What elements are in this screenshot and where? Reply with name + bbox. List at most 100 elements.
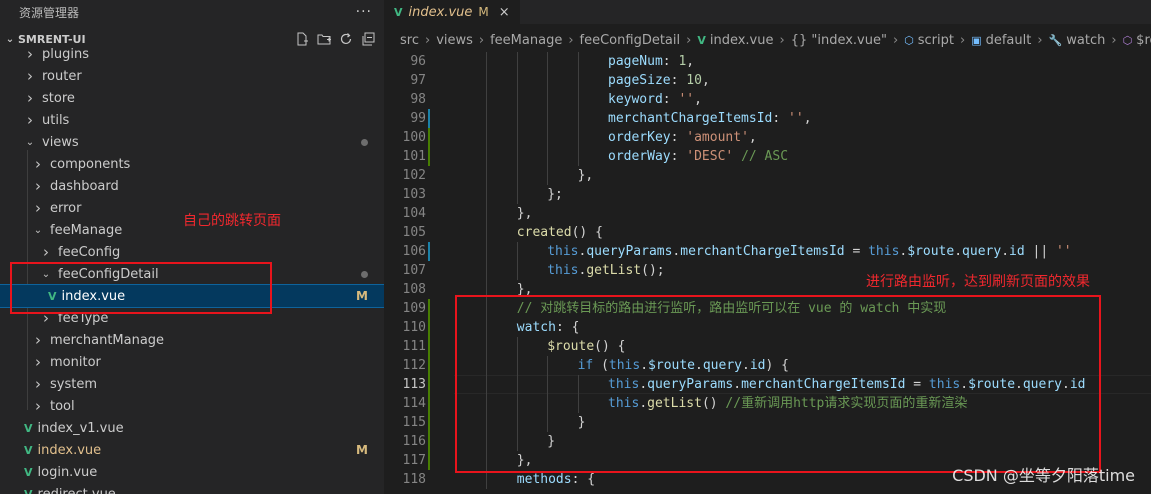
indent-guide: [547, 109, 549, 128]
code-text: };: [547, 185, 563, 204]
breadcrumb-item[interactable]: watch: [1066, 33, 1105, 48]
code-token: '': [678, 92, 695, 107]
explorer-header: 资源管理器 ···: [0, 0, 384, 24]
code-text: this.getList();: [547, 261, 664, 280]
vue-file-icon: V: [24, 487, 33, 494]
code-token: :: [662, 92, 679, 107]
line-number: 115: [402, 415, 426, 430]
chevron-right-icon: ›: [35, 353, 41, 371]
code-text: },: [517, 204, 533, 223]
tree-item-label: error: [50, 200, 82, 216]
code-token: '': [1055, 244, 1072, 259]
tree-folder[interactable]: › plugins: [0, 43, 384, 65]
tree-folder[interactable]: › router: [0, 65, 384, 87]
code-text: this. queryParams. merchantChargeItemsId =…: [547, 242, 1071, 261]
breadcrumb-item[interactable]: feeConfigDetail: [580, 33, 681, 48]
indent-guide: [486, 204, 488, 223]
breadcrumb-item[interactable]: index.vue: [710, 33, 774, 48]
line-number: 100: [402, 130, 426, 145]
sidebar-highlight-box: [10, 262, 272, 314]
indent-guide: [486, 242, 488, 261]
code-token: this: [547, 263, 579, 278]
vue-file-icon: V: [24, 421, 33, 435]
code-token: this: [868, 244, 900, 259]
tree-item-label: system: [50, 376, 97, 392]
code-text: keyword: '',: [608, 90, 702, 109]
line-number: 106: [402, 244, 426, 259]
line-number: 97: [410, 73, 426, 88]
breadcrumb-item[interactable]: src: [400, 33, 419, 48]
indent-guide: [547, 90, 549, 109]
tree-file[interactable]: Vindex_v1.vue: [0, 417, 384, 439]
tree-folder[interactable]: › components: [0, 153, 384, 175]
chevron-down-icon: ⌄: [25, 136, 35, 148]
code-line[interactable]: 98 keyword: '',: [384, 90, 1151, 109]
more-icon[interactable]: ···: [356, 4, 372, 20]
code-line[interactable]: 106 this. queryParams. merchantChargeItemsI…: [384, 242, 1151, 261]
tree-item-label: views: [42, 134, 79, 150]
symbol-icon: ▣: [971, 33, 982, 47]
code-token: :: [670, 149, 687, 164]
git-gutter-marker: [428, 451, 430, 470]
tree-folder[interactable]: ⌄ views: [0, 131, 384, 153]
line-number: 99: [410, 111, 426, 126]
chevron-right-icon: ›: [35, 199, 41, 217]
code-token: ();: [641, 263, 665, 278]
breadcrumb-item[interactable]: views: [436, 33, 473, 48]
indent-guide: [516, 90, 518, 109]
chevron-right-icon: ›: [35, 177, 41, 195]
line-number: 107: [402, 263, 426, 278]
tree-folder[interactable]: › store: [0, 87, 384, 109]
tree-folder[interactable]: › utils: [0, 109, 384, 131]
tree-folder[interactable]: › monitor: [0, 351, 384, 373]
tab-index-vue[interactable]: V index.vue M ×: [384, 0, 521, 24]
code-line[interactable]: 105 created() {: [384, 223, 1151, 242]
indent-guide: [486, 128, 488, 147]
git-gutter-marker: [428, 413, 430, 432]
tree-file[interactable]: Vredirect.vue: [0, 483, 384, 494]
breadcrumb-item[interactable]: $route: [1136, 33, 1151, 48]
code-highlight-box: [455, 295, 1101, 473]
git-gutter-marker: [428, 356, 430, 375]
git-gutter-marker: [428, 299, 430, 318]
indent-guide: [577, 128, 579, 147]
code-line[interactable]: 104},: [384, 204, 1151, 223]
git-gutter-marker: [428, 337, 430, 356]
tab-bar: V index.vue M ×: [384, 0, 1151, 24]
code-token: },: [516, 206, 533, 221]
breadcrumb-item[interactable]: feeManage: [490, 33, 562, 48]
tree-file[interactable]: Vindex.vue M: [0, 439, 384, 461]
tree-folder[interactable]: › system: [0, 373, 384, 395]
git-gutter-marker: [428, 318, 430, 337]
code-token: :: [670, 130, 687, 145]
line-number: 116: [402, 434, 426, 449]
line-number: 109: [402, 301, 426, 316]
vue-file-icon: V: [24, 465, 33, 479]
code-token: orderWay: [608, 149, 671, 164]
code-line[interactable]: 103};: [384, 185, 1151, 204]
code-line[interactable]: 100 orderKey: 'amount',: [384, 128, 1151, 147]
tree-folder[interactable]: › tool: [0, 395, 384, 417]
code-line[interactable]: 97 pageSize: 10,: [384, 71, 1151, 90]
breadcrumb-item[interactable]: default: [986, 33, 1032, 48]
tree-item-label: dashboard: [50, 178, 119, 194]
close-icon[interactable]: ×: [499, 5, 510, 20]
breadcrumb-item[interactable]: script: [918, 33, 954, 48]
tree-folder[interactable]: › merchantManage: [0, 329, 384, 351]
code-line[interactable]: 96 pageNum: 1,: [384, 52, 1151, 71]
tree-item-label: monitor: [50, 354, 101, 370]
code-line[interactable]: 99 merchantChargeItemsId: '',: [384, 109, 1151, 128]
tree-file[interactable]: Vlogin.vue: [0, 461, 384, 483]
chevron-down-icon: ⌄: [33, 224, 43, 236]
indent-guide: [516, 242, 518, 261]
line-number: 101: [402, 149, 426, 164]
breadcrumb-item[interactable]: {} "index.vue": [791, 33, 887, 48]
tree-folder[interactable]: › dashboard: [0, 175, 384, 197]
code-text: pageSize: 10,: [608, 71, 710, 90]
code-token: ,: [748, 130, 757, 145]
code-line[interactable]: 102},: [384, 166, 1151, 185]
modified-dot: [361, 271, 368, 278]
code-line[interactable]: 101 orderWay: 'DESC' // ASC: [384, 147, 1151, 166]
git-status-badge: M: [356, 443, 368, 457]
tree-folder[interactable]: › feeConfig: [0, 241, 384, 263]
